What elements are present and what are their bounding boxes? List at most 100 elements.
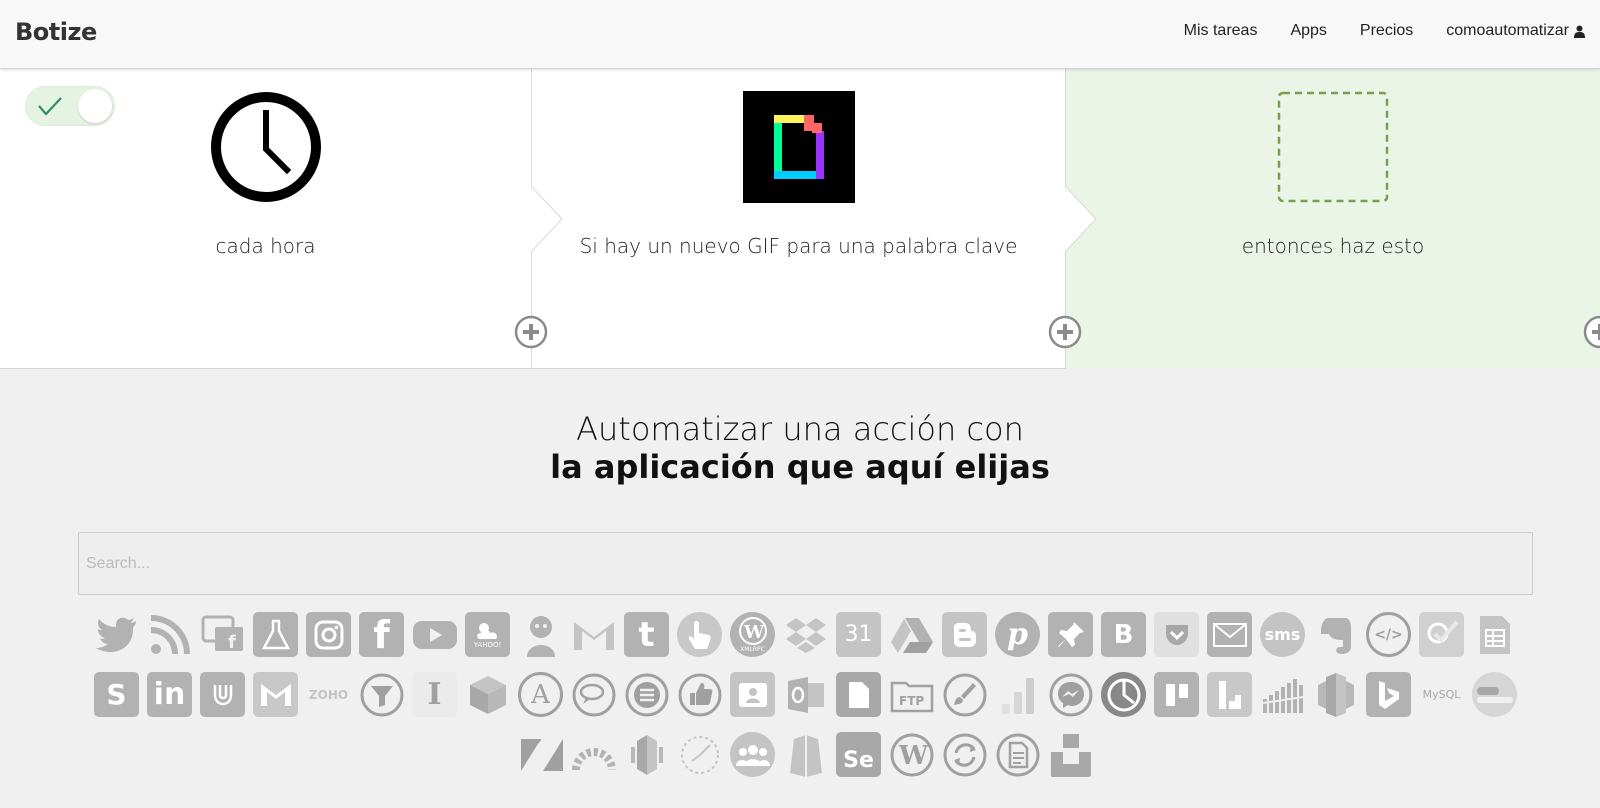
paintbrush-icon[interactable] — [942, 672, 987, 717]
box-3d-icon[interactable] — [465, 672, 510, 717]
stopwatch-dashed-icon[interactable] — [677, 732, 722, 777]
dynamodb-icon[interactable] — [624, 732, 669, 777]
bing-icon[interactable] — [1366, 672, 1411, 717]
facebook-comments-icon[interactable]: f — [200, 612, 245, 657]
instagram-icon[interactable] — [306, 612, 351, 657]
step-arrow-2 — [1065, 186, 1097, 252]
nav-mis-tareas[interactable]: Mis tareas — [1184, 22, 1258, 40]
check-icon — [38, 97, 62, 116]
pinterest-icon[interactable]: p — [995, 612, 1040, 657]
gmail-alt-icon[interactable] — [253, 672, 298, 717]
twitter-icon[interactable] — [94, 612, 139, 657]
step-label-condition: Si hay un nuevo GIF para una palabra cla… — [579, 234, 1018, 258]
email-icon[interactable] — [1207, 612, 1252, 657]
aws-icon[interactable] — [1313, 672, 1358, 717]
app-row-1: f f YAHOO! t W XMLRPC 31 p B sms </> — [78, 612, 1533, 658]
youtube-icon[interactable] — [412, 612, 457, 657]
analytics-icon[interactable] — [995, 672, 1040, 717]
brand-logo[interactable]: Botize — [15, 18, 97, 46]
yahoo-weather-icon[interactable]: YAHOO! — [465, 612, 510, 657]
code-icon[interactable]: </> — [1366, 612, 1411, 657]
todoist-check-icon[interactable] — [1419, 612, 1464, 657]
blogger-icon[interactable] — [942, 612, 987, 657]
nav-precios[interactable]: Precios — [1360, 22, 1413, 40]
nav-apps[interactable]: Apps — [1290, 22, 1326, 40]
task-active-toggle[interactable] — [25, 86, 115, 126]
hand-pointer-icon[interactable] — [677, 612, 722, 657]
sms-icon[interactable]: sms — [1260, 612, 1305, 657]
xmlrpc-icon-text: XMLRPC — [740, 646, 765, 653]
rss-icon[interactable] — [147, 612, 192, 657]
sync-circle-icon[interactable] — [942, 732, 987, 777]
empty-action-placeholder[interactable] — [1277, 91, 1389, 203]
mailchimp-icon[interactable] — [518, 612, 563, 657]
gmail-icon[interactable] — [571, 612, 616, 657]
nav-user-menu[interactable]: comoautomatizar — [1446, 22, 1585, 40]
svg-text:f: f — [228, 632, 236, 653]
svg-text:W: W — [898, 741, 929, 771]
shard-icon[interactable] — [783, 732, 828, 777]
section-title-line1: Automatizar una acción con — [576, 410, 1024, 448]
app-row-2: S in ZOHO I A FTP MySQL — [78, 672, 1533, 718]
bar-chart-stack-icon[interactable] — [1260, 672, 1305, 717]
document-icon[interactable] — [836, 672, 881, 717]
app-grid: f f YAHOO! t W XMLRPC 31 p B sms </> S i… — [78, 612, 1533, 792]
app-store-a-icon[interactable]: A — [518, 672, 563, 717]
step-arrow-1 — [531, 186, 563, 252]
nav-username: comoautomatizar — [1446, 22, 1569, 39]
elastic-icon[interactable] — [1472, 672, 1517, 717]
filter-icon[interactable] — [359, 672, 404, 717]
thumbs-up-icon[interactable] — [677, 672, 722, 717]
evernote-icon[interactable] — [1313, 612, 1358, 657]
facebook-icon[interactable]: f — [359, 612, 404, 657]
instapaper-icon[interactable]: I — [412, 672, 457, 717]
bitbucket-bars-icon[interactable] — [1207, 672, 1252, 717]
messenger-icon[interactable] — [1048, 672, 1093, 717]
pushpin-icon[interactable] — [1048, 612, 1093, 657]
lab-flask-icon[interactable] — [253, 612, 298, 657]
wordpress-icon[interactable]: W — [889, 732, 934, 777]
linkedin-icon[interactable]: in — [147, 672, 192, 717]
spreadsheet-icon[interactable] — [1472, 612, 1517, 657]
app-search-input[interactable] — [78, 532, 1533, 595]
trello-icon[interactable] — [1154, 672, 1199, 717]
pocket-icon[interactable] — [1154, 612, 1199, 657]
magnet-icon[interactable] — [200, 672, 245, 717]
code-icon-text: </> — [1374, 626, 1403, 643]
gauge-arch-icon[interactable] — [571, 732, 616, 777]
app-row-3: Se W — [78, 732, 1533, 778]
group-users-icon[interactable] — [730, 732, 775, 777]
zoho-projects-icon[interactable]: ZOHO — [306, 672, 351, 717]
outlook-icon[interactable] — [783, 672, 828, 717]
add-step-button-2[interactable] — [1048, 315, 1082, 349]
google-drive-icon[interactable] — [889, 612, 934, 657]
wordpress-xmlrpc-icon[interactable]: W XMLRPC — [730, 612, 775, 657]
linkedin-icon-text: in — [153, 677, 186, 712]
clock-icon — [210, 92, 321, 202]
yahoo-icon-text: YAHOO! — [473, 640, 502, 649]
slideshare-s-icon[interactable]: S — [94, 672, 139, 717]
dropbox-icon[interactable] — [783, 612, 828, 657]
ftp-folder-icon[interactable]: FTP — [889, 672, 934, 717]
s-icon-text: S — [106, 678, 127, 711]
tumblr-icon[interactable]: t — [624, 612, 669, 657]
step-condition-giphy[interactable]: Si hay un nuevo GIF para una palabra cla… — [531, 69, 1065, 369]
chat-bubbles-icon[interactable] — [571, 672, 616, 717]
list-icon[interactable] — [624, 672, 669, 717]
unsplash-icon[interactable] — [1048, 732, 1093, 777]
contact-card-icon[interactable] — [730, 672, 775, 717]
botize-icon[interactable]: B — [1101, 612, 1146, 657]
step-trigger-schedule[interactable]: cada hora — [0, 69, 531, 369]
step-action-empty[interactable]: entonces haz esto — [1065, 69, 1600, 369]
text-document-icon[interactable] — [995, 732, 1040, 777]
add-step-button-3[interactable] — [1583, 315, 1600, 349]
calendar-icon[interactable]: 31 — [836, 612, 881, 657]
mysql-icon[interactable]: MySQL — [1419, 672, 1464, 717]
selenium-icon-text: Se — [843, 748, 874, 773]
zendesk-icon[interactable] — [518, 732, 563, 777]
section-title-line2: la aplicación que aquí elijas — [550, 448, 1050, 486]
main-nav: Mis tareas Apps Precios comoautomatizar — [1151, 22, 1585, 40]
add-step-button-1[interactable] — [514, 315, 548, 349]
cycle-sync-icon[interactable] — [1101, 672, 1146, 717]
selenium-icon[interactable]: Se — [836, 732, 881, 777]
